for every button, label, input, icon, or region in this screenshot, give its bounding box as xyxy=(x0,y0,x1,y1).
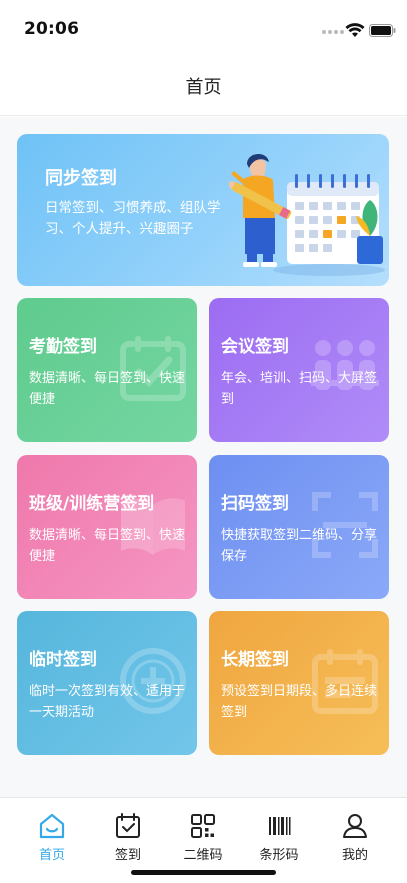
status-bar: 20:06 xyxy=(0,0,407,56)
person-calendar-illustration-icon xyxy=(229,153,385,276)
tab-profile[interactable]: 我的 xyxy=(325,812,385,864)
tab-checkin[interactable]: 签到 xyxy=(98,812,158,864)
tab-label: 我的 xyxy=(341,848,368,863)
tab-label: 首页 xyxy=(38,848,65,863)
battery-icon xyxy=(369,24,396,37)
card-title: 长期签到 xyxy=(221,650,289,670)
card-title: 扫码签到 xyxy=(221,494,289,514)
tab-label: 签到 xyxy=(114,848,141,863)
user-icon xyxy=(343,814,367,838)
class-camp-checkin-card[interactable]: 班级/训练营签到 数据清晰、每日签到、快速便捷 xyxy=(17,455,197,599)
long-term-checkin-card[interactable]: 长期签到 预设签到日期段、多日连续签到 xyxy=(209,611,389,755)
tab-label: 条形码 xyxy=(259,848,299,863)
card-desc: 数据清晰、每日签到、快速便捷 xyxy=(29,371,186,407)
home-icon xyxy=(39,813,65,839)
scan-checkin-card[interactable]: 扫码签到 快捷获取签到二维码、分享保存 xyxy=(209,455,389,599)
card-desc: 预设签到日期段、多日连续签到 xyxy=(221,684,378,720)
card-desc: 年会、培训、扫码、大屏签到 xyxy=(221,371,378,407)
card-title: 考勤签到 xyxy=(29,337,97,357)
tab-qrcode[interactable]: 二维码 xyxy=(173,812,233,864)
home-indicator[interactable] xyxy=(131,870,276,875)
tab-barcode[interactable]: 条形码 xyxy=(249,812,309,864)
card-desc: 数据清晰、每日签到、快速便捷 xyxy=(29,528,186,564)
barcode-icon xyxy=(269,817,291,835)
sync-checkin-desc: 日常签到、习惯养成、组队学习、个人提升、兴趣圈子 xyxy=(45,200,221,237)
tab-home[interactable]: 首页 xyxy=(22,812,82,864)
temporary-checkin-card[interactable]: 临时签到 临时一次签到有效、适用于一天期活动 xyxy=(17,611,197,755)
attendance-checkin-card[interactable]: 考勤签到 数据清晰、每日签到、快速便捷 xyxy=(17,298,197,442)
card-title: 班级/训练营签到 xyxy=(29,494,155,514)
sync-checkin-card[interactable]: 同步签到 日常签到、习惯养成、组队学习、个人提升、兴趣圈子 xyxy=(17,134,389,286)
calendar-check-icon xyxy=(116,813,140,838)
card-title: 临时签到 xyxy=(29,650,97,670)
sync-checkin-title: 同步签到 xyxy=(45,168,117,189)
qrcode-icon xyxy=(191,814,215,838)
navigation-bar: 首页 xyxy=(0,56,407,116)
wifi-icon xyxy=(345,23,365,37)
card-desc: 快捷获取签到二维码、分享保存 xyxy=(221,528,378,564)
meeting-checkin-card[interactable]: 会议签到 年会、培训、扫码、大屏签到 xyxy=(209,298,389,442)
page-title: 首页 xyxy=(185,77,222,98)
signal-dots-icon xyxy=(322,30,344,36)
tab-label: 二维码 xyxy=(183,848,223,863)
main-content: 同步签到 日常签到、习惯养成、组队学习、个人提升、兴趣圈子 考勤签到 数据清晰、… xyxy=(0,117,407,797)
card-desc: 临时一次签到有效、适用于一天期活动 xyxy=(29,684,186,720)
status-time: 20:06 xyxy=(24,19,80,39)
card-title: 会议签到 xyxy=(221,337,289,357)
